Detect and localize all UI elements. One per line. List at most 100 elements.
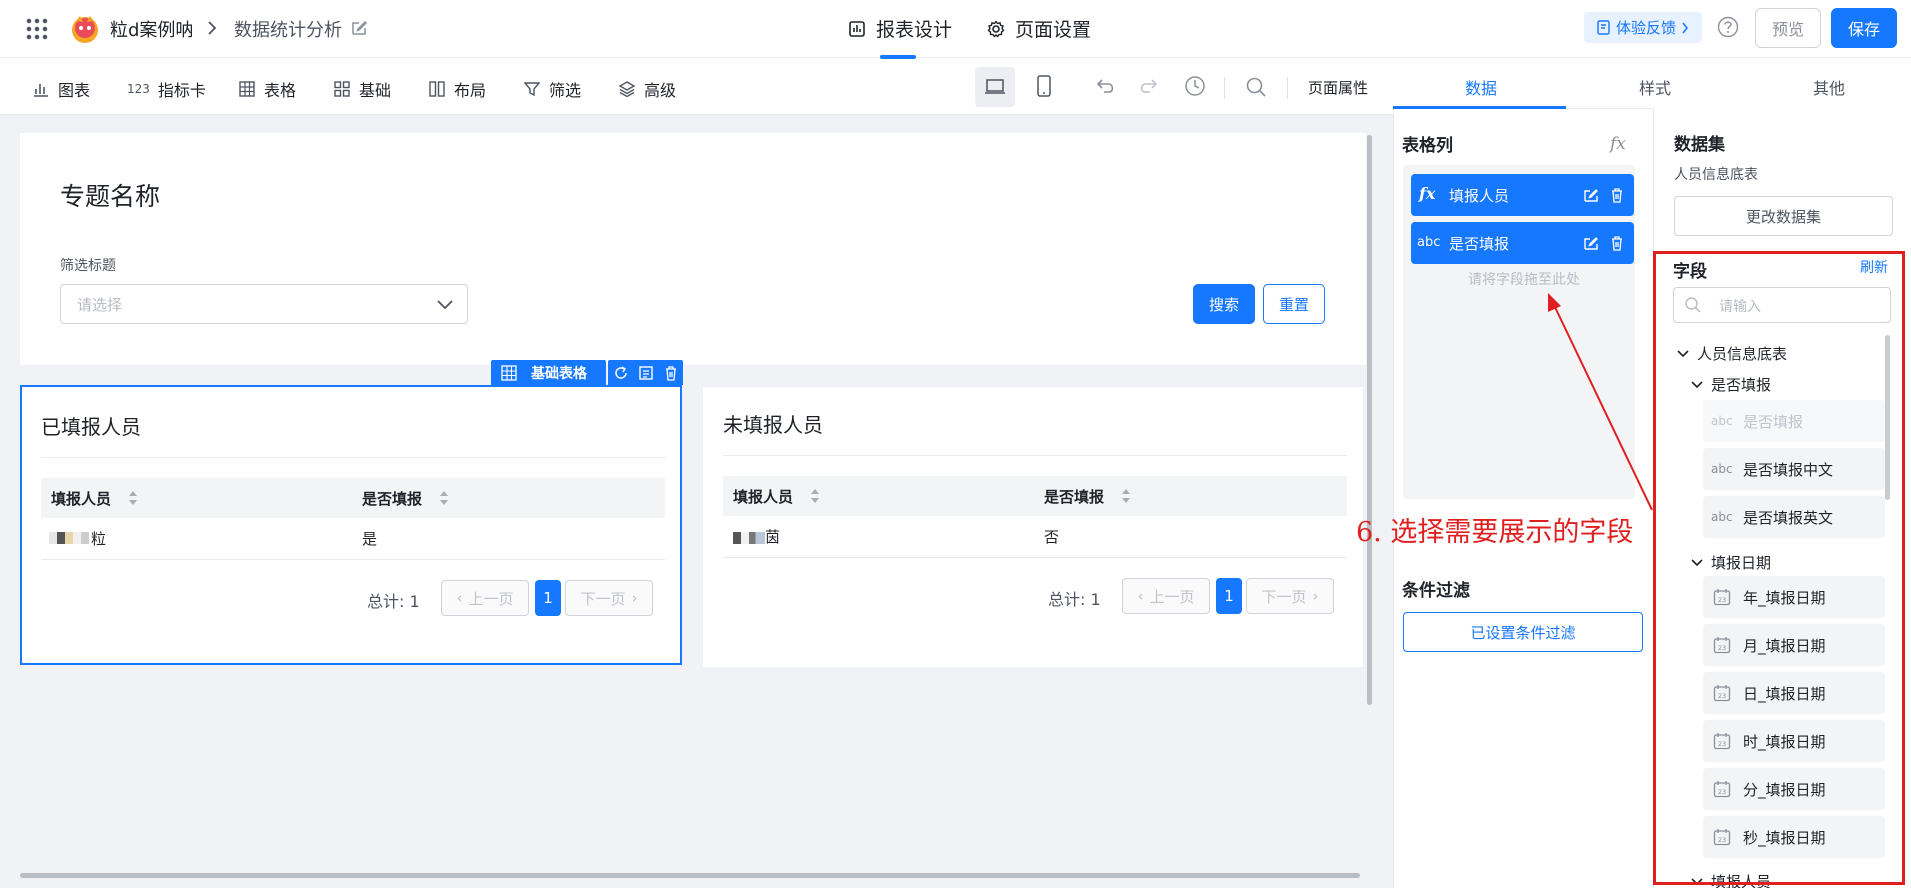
table-title: 未填报人员 bbox=[723, 413, 823, 437]
search-icon[interactable] bbox=[1245, 76, 1267, 98]
column-chip[interactable]: abc 是否填报 bbox=[1411, 222, 1634, 264]
toolbar-layout[interactable]: 布局 bbox=[428, 77, 486, 101]
table-card-unfilled[interactable]: 未填报人员 填报人员 是否填报 茵 否 总计: 1 ‹ 上一页 1 下一页 › bbox=[703, 387, 1363, 667]
history-icon[interactable] bbox=[1184, 75, 1206, 97]
copy-icon[interactable] bbox=[638, 365, 654, 381]
prev-page-button[interactable]: ‹ 上一页 bbox=[441, 580, 529, 616]
edit-icon[interactable] bbox=[350, 19, 368, 37]
cell-text: 粒 bbox=[91, 530, 107, 548]
preview-button[interactable]: 预览 bbox=[1755, 8, 1821, 48]
cell-text: 茵 bbox=[765, 528, 781, 546]
columns-title: 表格列 bbox=[1402, 136, 1453, 156]
formula-type-icon: fx bbox=[1419, 184, 1436, 203]
divider bbox=[1287, 77, 1288, 99]
tab-report-design[interactable]: 报表设计 bbox=[848, 15, 953, 59]
prev-page-label: 上一页 bbox=[468, 589, 514, 608]
mobile-icon bbox=[1037, 75, 1051, 97]
toolbar-chart-label: 图表 bbox=[58, 81, 91, 100]
vertical-scrollbar[interactable] bbox=[1367, 135, 1372, 705]
next-page-button[interactable]: 下一页 › bbox=[1246, 578, 1334, 614]
layers-icon bbox=[618, 81, 636, 98]
search-button[interactable]: 搜索 bbox=[1193, 284, 1255, 324]
formula-icon[interactable]: fx bbox=[1610, 134, 1626, 154]
edit-icon[interactable] bbox=[1583, 187, 1599, 203]
change-dataset-button[interactable]: 更改数据集 bbox=[1674, 196, 1893, 236]
total-label: 总计: 1 bbox=[1048, 590, 1101, 609]
tab-other[interactable]: 其他 bbox=[1813, 75, 1845, 99]
column-header[interactable]: 填报人员 bbox=[51, 488, 111, 509]
filter-card: 专题名称 筛选标题 请选择 搜索 重置 bbox=[20, 133, 1366, 365]
chevron-left-icon: ‹ bbox=[456, 589, 463, 607]
next-page-button[interactable]: 下一页 › bbox=[565, 580, 653, 616]
table-card-filled[interactable]: 已填报人员 填报人员 是否填报 粒 是 总计: 1 ‹ 上一页 1 下一页 › bbox=[20, 385, 682, 665]
chevron-right-icon: › bbox=[631, 589, 638, 607]
column-chip[interactable]: fx 填报人员 bbox=[1411, 174, 1634, 216]
tab-page-settings-label: 页面设置 bbox=[1015, 19, 1092, 41]
save-button[interactable]: 保存 bbox=[1831, 8, 1897, 48]
feedback-icon bbox=[1597, 20, 1610, 35]
prev-page-button[interactable]: ‹ 上一页 bbox=[1122, 578, 1210, 614]
tab-page-settings[interactable]: 页面设置 bbox=[987, 15, 1091, 42]
redo-icon[interactable] bbox=[1137, 76, 1159, 96]
page-properties-button[interactable]: 页面属性 bbox=[1308, 77, 1368, 98]
prev-page-label: 上一页 bbox=[1149, 587, 1195, 606]
column-name: 是否填报 bbox=[1449, 235, 1510, 253]
next-page-label: 下一页 bbox=[1261, 587, 1307, 606]
chevron-right-icon bbox=[1682, 22, 1688, 33]
component-toolbar: 图表 123 指标卡 表格 基础 布局 筛选 高级 页面属性 bbox=[0, 59, 1393, 115]
blurred-avatar-icon bbox=[49, 532, 89, 544]
sort-icon[interactable] bbox=[127, 489, 139, 507]
toolbar-metric-card[interactable]: 123 指标卡 bbox=[127, 77, 206, 101]
trash-icon[interactable] bbox=[1609, 187, 1625, 203]
column-header[interactable]: 是否填报 bbox=[362, 488, 422, 509]
column-header[interactable]: 填报人员 bbox=[733, 486, 793, 507]
reset-button[interactable]: 重置 bbox=[1263, 284, 1325, 324]
toolbar-advanced[interactable]: 高级 bbox=[618, 77, 676, 101]
horizontal-scrollbar[interactable] bbox=[20, 873, 1360, 878]
undo-icon[interactable] bbox=[1095, 76, 1117, 96]
tab-data[interactable]: 数据 bbox=[1465, 75, 1497, 99]
chevron-down-icon bbox=[437, 300, 453, 310]
cell-text: 否 bbox=[1044, 528, 1060, 546]
mobile-view-button[interactable] bbox=[1035, 74, 1053, 98]
tab-report-design-label: 报表设计 bbox=[876, 19, 953, 41]
current-page[interactable]: 1 bbox=[1216, 578, 1242, 614]
current-page[interactable]: 1 bbox=[535, 580, 561, 616]
help-icon[interactable] bbox=[1717, 16, 1739, 38]
toolbar-table[interactable]: 表格 bbox=[238, 77, 296, 101]
edit-icon[interactable] bbox=[1583, 235, 1599, 251]
condition-filter-button[interactable]: 已设置条件过滤 bbox=[1403, 612, 1643, 652]
laptop-icon bbox=[985, 79, 1005, 94]
toolbar-chart[interactable]: 图表 bbox=[32, 77, 90, 101]
toolbar-filter[interactable]: 筛选 bbox=[523, 77, 581, 101]
feedback-label: 体验反馈 bbox=[1615, 19, 1676, 37]
table-icon bbox=[239, 81, 255, 97]
feedback-button[interactable]: 体验反馈 bbox=[1584, 12, 1702, 43]
toolbar-advanced-label: 高级 bbox=[644, 81, 677, 100]
desktop-view-button[interactable] bbox=[975, 67, 1015, 107]
bar-chart-icon bbox=[34, 84, 48, 97]
trash-icon[interactable] bbox=[1609, 235, 1625, 251]
selection-badge: 基础表格 bbox=[491, 360, 606, 385]
sort-icon[interactable] bbox=[809, 487, 821, 505]
filter-select[interactable]: 请选择 bbox=[60, 284, 468, 324]
toolbar-basic[interactable]: 基础 bbox=[333, 77, 391, 101]
app-grid-icon[interactable] bbox=[26, 18, 48, 40]
trash-icon[interactable] bbox=[663, 365, 679, 381]
chevron-left-icon: ‹ bbox=[1137, 587, 1144, 605]
column-header[interactable]: 是否填报 bbox=[1044, 486, 1104, 507]
sort-icon[interactable] bbox=[438, 489, 450, 507]
table-row: 茵 否 bbox=[723, 516, 1347, 558]
sort-icon[interactable] bbox=[1120, 487, 1132, 505]
app-name[interactable]: 粒d案例呐 bbox=[110, 16, 193, 42]
grid-icon bbox=[334, 81, 350, 97]
tab-style[interactable]: 样式 bbox=[1639, 75, 1671, 99]
blurred-avatar-icon bbox=[733, 532, 765, 544]
property-tabs: 数据 样式 其他 bbox=[1393, 59, 1911, 109]
metric-card-icon: 123 bbox=[127, 82, 150, 96]
refresh-icon[interactable] bbox=[613, 365, 629, 381]
table-header: 填报人员 是否填报 bbox=[41, 478, 665, 518]
annotation-highlight-box bbox=[1653, 251, 1905, 885]
toolbar-filter-label: 筛选 bbox=[549, 81, 582, 100]
filter-label: 筛选标题 bbox=[60, 258, 116, 274]
